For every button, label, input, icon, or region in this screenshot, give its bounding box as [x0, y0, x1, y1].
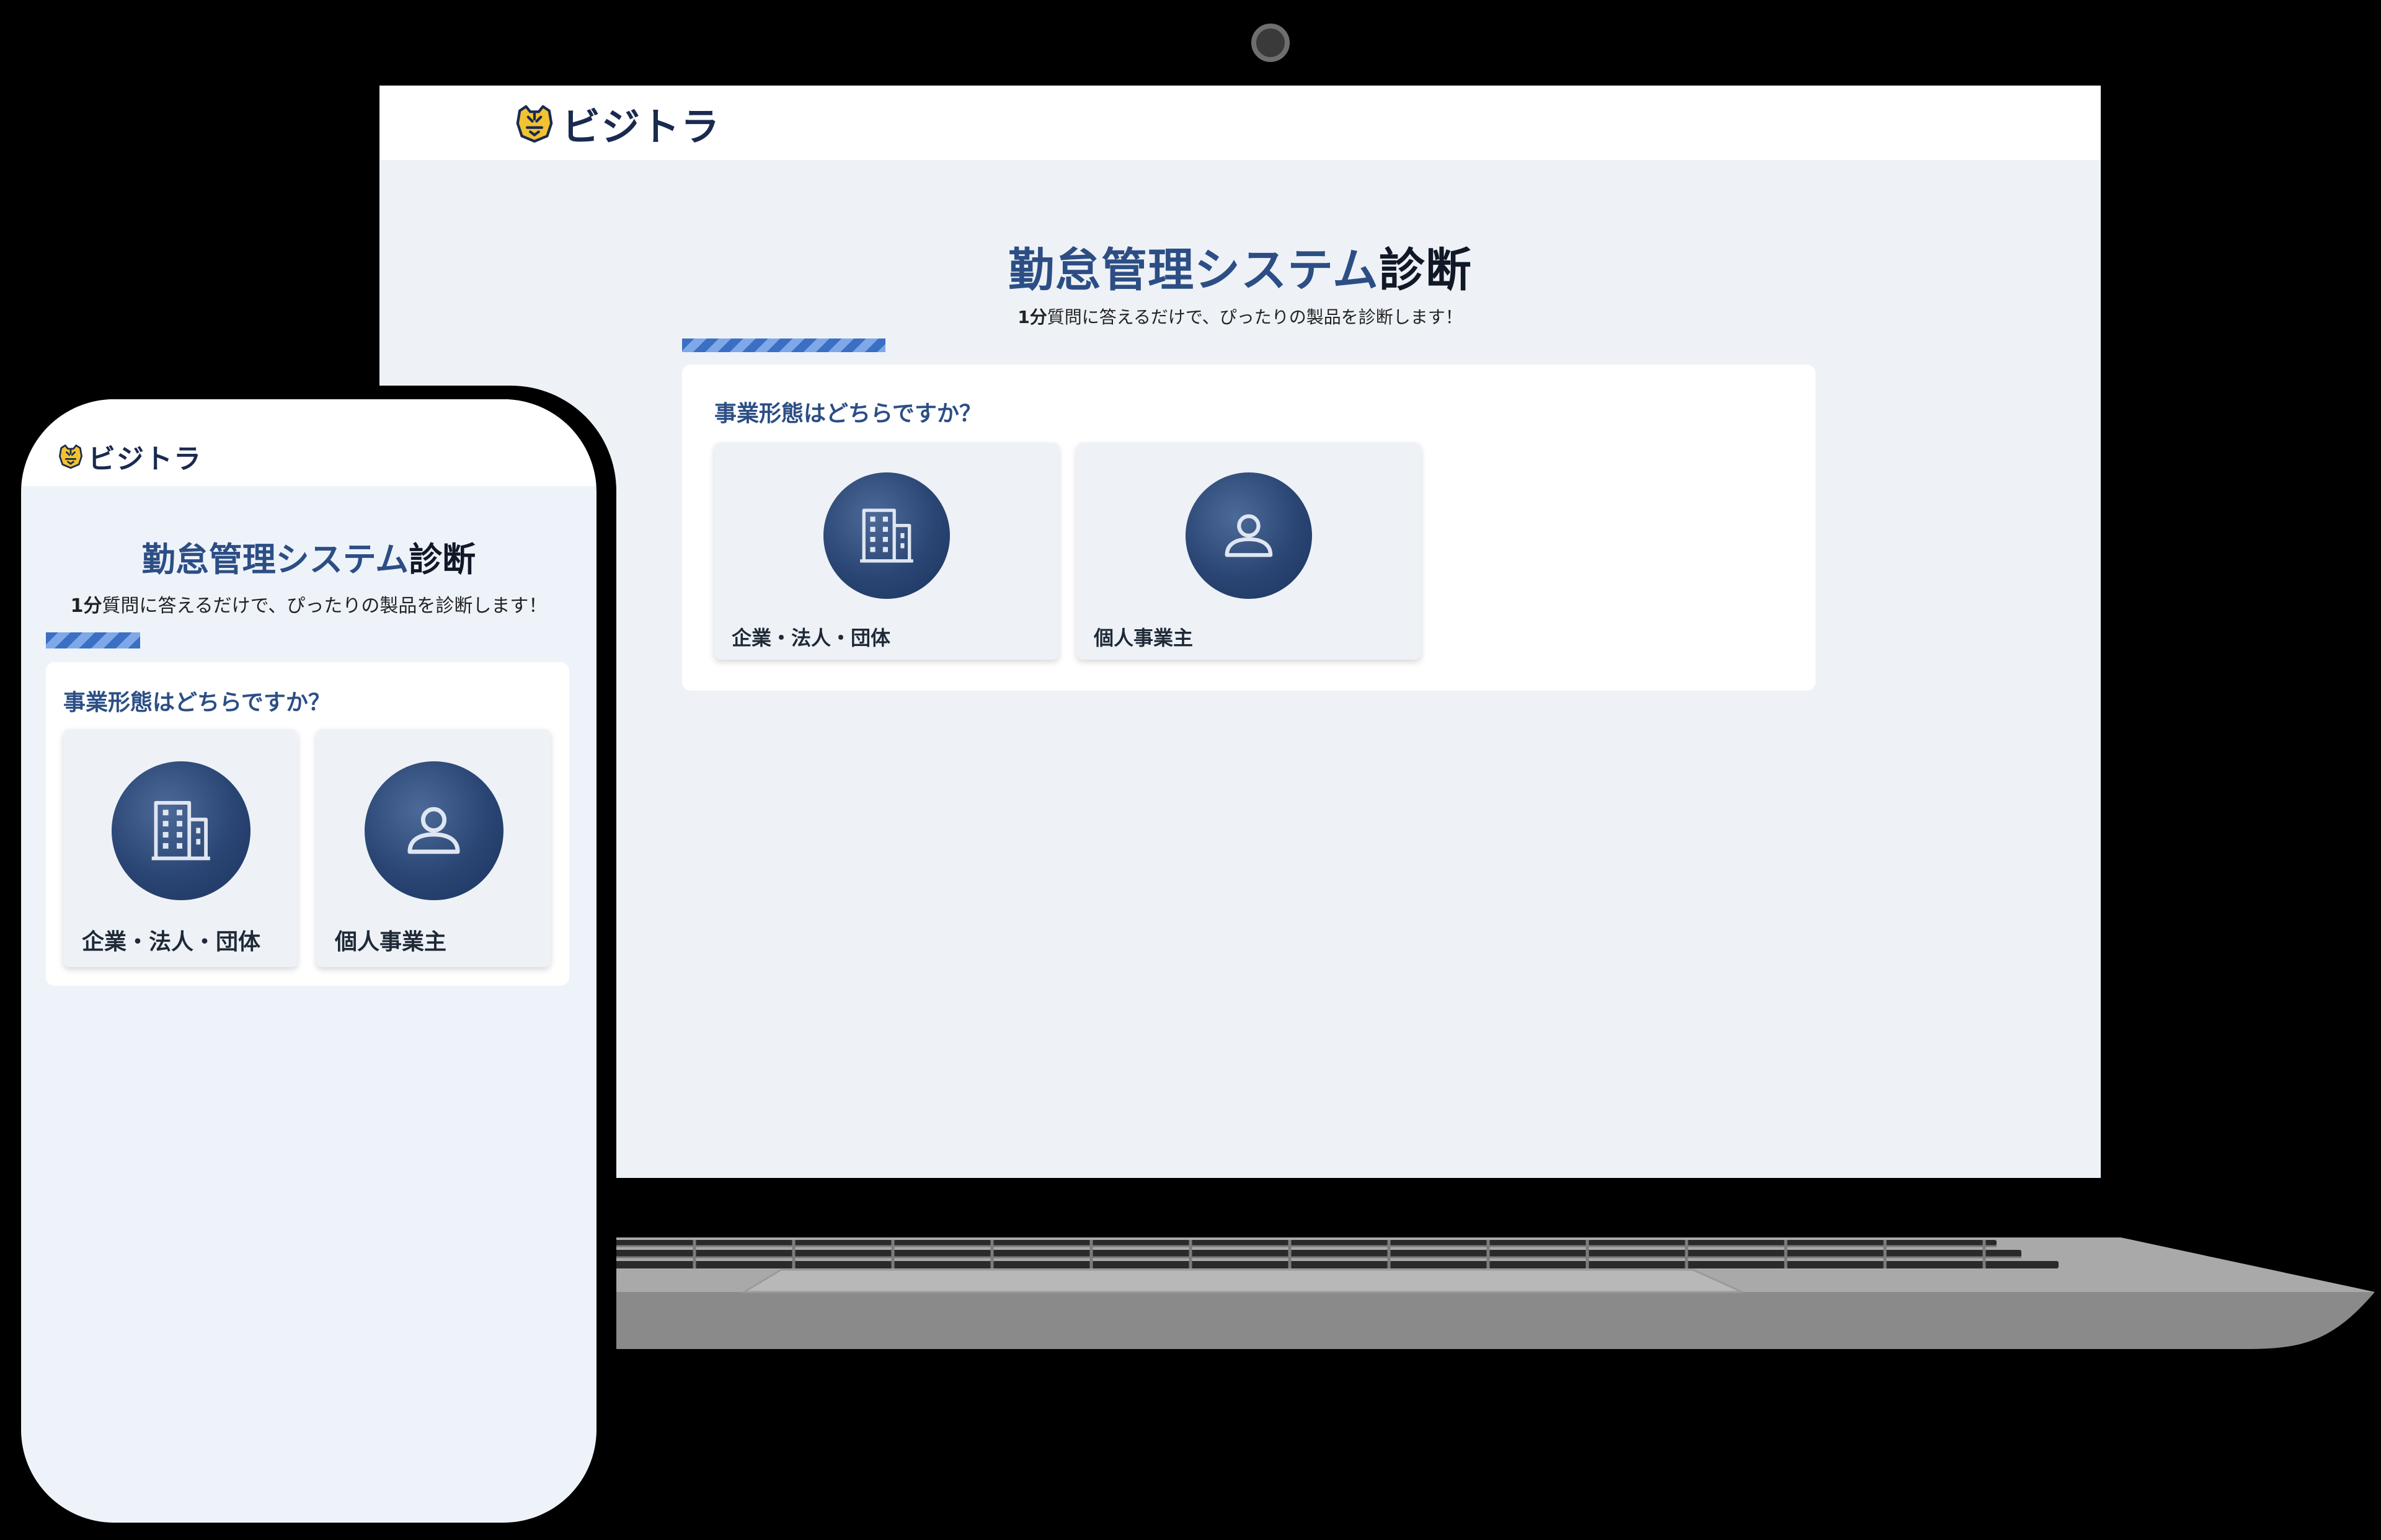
option-label: 企業・法人・団体 [732, 626, 891, 650]
smartphone-frame: ビジトラ 勤怠管理システム診断 1分質問に答えるだけで、ぴったりの製品を診断しま… [7, 386, 616, 1524]
brand-name: ビジトラ [562, 104, 721, 149]
option-corporation[interactable]: 企業・法人・団体 [714, 443, 1059, 660]
subtitle-bold: 1分 [1018, 307, 1047, 327]
question-card: 事業形態はどちらですか？ 企業・法人・団体 個人事業主 [46, 662, 569, 986]
option-icon-circle [823, 472, 950, 599]
page-title: 勤怠管理システム診断 [379, 233, 2101, 299]
laptop-screen: ビジトラ 勤怠管理システム診断 1分質問に答えるだけで、ぴったりの製品を診断しま… [379, 86, 2101, 1178]
progress-bar [46, 632, 140, 648]
phone-screen: ビジトラ 勤怠管理システム診断 1分質問に答えるだけで、ぴったりの製品を診断しま… [21, 399, 596, 1523]
webcam [1251, 24, 1290, 62]
option-icon-circle [1186, 472, 1312, 599]
laptop-keyboard-deck [347, 1237, 2375, 1349]
option-sole-proprietor[interactable]: 個人事業主 [1076, 443, 1421, 660]
page-subtitle: 1分質問に答えるだけで、ぴったりの製品を診断します！ [379, 304, 2101, 329]
tiger-head-icon [516, 105, 553, 143]
subtitle-text: 質問に答えるだけで、ぴったりの製品を診断します！ [102, 595, 548, 617]
subtitle-bold: 1分 [70, 595, 102, 617]
building-icon [151, 801, 211, 861]
option-label: 企業・法人・団体 [82, 929, 261, 955]
person-icon [1225, 514, 1273, 557]
page-title-main: 勤怠管理システム [1008, 244, 1379, 297]
site-header: ビジトラ [379, 86, 2101, 160]
subtitle-text: 質問に答えるだけで、ぴったりの製品を診断します！ [1047, 307, 1463, 327]
option-icon-circle [112, 761, 251, 900]
question-card: 事業形態はどちらですか？ 企業・法人・団体 個人事業主 [682, 365, 1816, 691]
person-icon [407, 807, 461, 854]
progress-bar [682, 339, 885, 352]
page-title-main: 勤怠管理システム [141, 540, 409, 579]
question-text: 事業形態はどちらですか？ [63, 690, 330, 715]
page-title: 勤怠管理システム診断 [21, 532, 596, 581]
page-title-suffix: 診断 [1378, 244, 1472, 297]
site-logo-mobile[interactable]: ビジトラ [57, 439, 202, 475]
page-subtitle: 1分質問に答えるだけで、ぴったりの製品を診断します！ [21, 590, 596, 617]
option-label: 個人事業主 [1094, 626, 1194, 650]
option-sole-proprietor[interactable]: 個人事業主 [316, 729, 551, 967]
site-logo[interactable]: ビジトラ [513, 97, 721, 150]
option-icon-circle [365, 761, 503, 900]
brand-name: ビジトラ [88, 443, 202, 475]
tiger-head-icon [59, 445, 82, 469]
question-text: 事業形態はどちらですか？ [714, 401, 982, 427]
site-header-mobile: ビジトラ [21, 399, 596, 486]
building-icon [860, 508, 913, 563]
option-corporation[interactable]: 企業・法人・団体 [63, 729, 298, 967]
option-label: 個人事業主 [335, 929, 447, 955]
page-title-suffix: 診断 [409, 540, 476, 579]
